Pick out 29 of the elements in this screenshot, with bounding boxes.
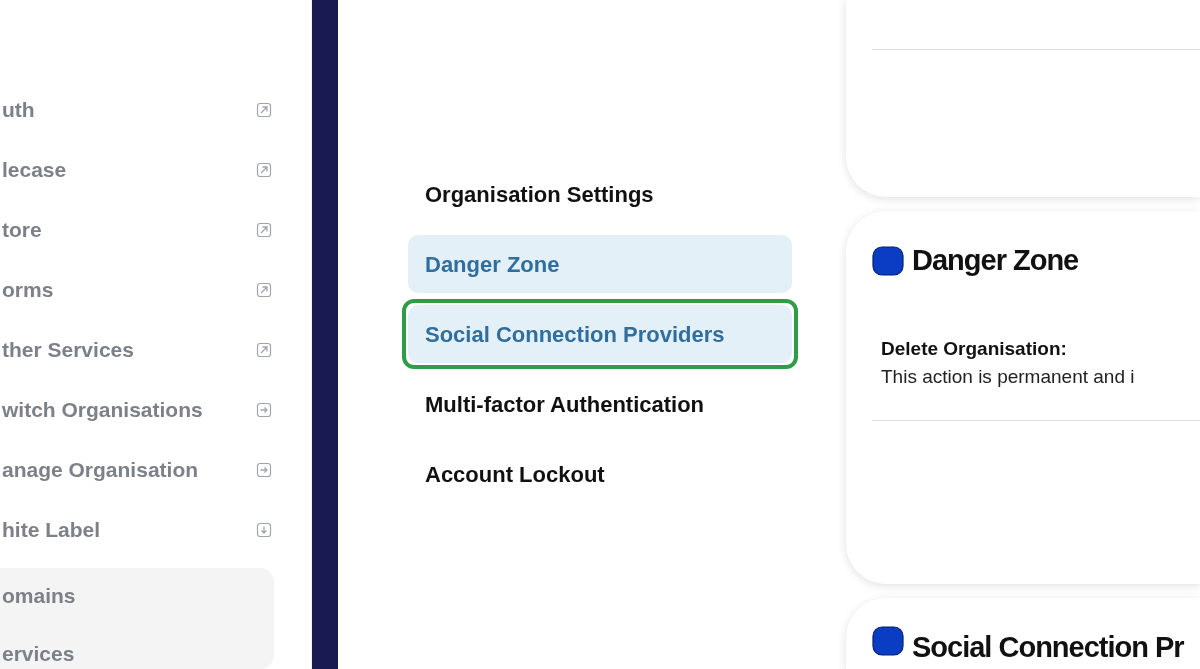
arrow-down-icon (256, 522, 272, 538)
sidebar-item[interactable]: anage Organisation (0, 440, 311, 500)
section-icon (872, 625, 904, 656)
section-icon (872, 245, 904, 276)
sidebar-item[interactable]: orms (0, 260, 311, 320)
external-link-icon (256, 342, 272, 358)
delete-title: Delete Organisation: (881, 336, 1068, 361)
sidebar-item[interactable]: ther Services (0, 320, 311, 380)
external-link-icon (256, 222, 272, 238)
settings-nav-item[interactable]: Multi-factor Authentication (408, 375, 792, 433)
external-link-icon (256, 282, 272, 298)
sidebar-item[interactable]: hite Label (0, 500, 311, 560)
card-title: Danger Zone (912, 243, 1079, 279)
settings-nav-item[interactable]: Social Connection Providers (408, 305, 792, 363)
sidebar-item[interactable]: witch Organisations (0, 380, 311, 440)
arrow-right-icon (256, 402, 272, 418)
sidebar-item[interactable]: tore (0, 200, 311, 260)
sidebar-item[interactable]: lecase (0, 140, 311, 200)
card-title: Social Connection Pr (912, 629, 1184, 665)
sidebar-item[interactable]: uth (0, 80, 311, 140)
settings-nav-item[interactable]: Organisation Settings (408, 165, 792, 223)
external-link-icon (256, 102, 272, 118)
external-link-icon (256, 162, 272, 178)
submenu-item[interactable]: ervices (0, 637, 274, 669)
settings-nav-item[interactable]: Account Lockout (408, 445, 792, 503)
submenu-item[interactable]: omains (0, 580, 274, 612)
arrow-right-icon (256, 462, 272, 478)
settings-nav-item[interactable]: Danger Zone (408, 235, 792, 293)
delete-description: This action is permanent and i (881, 365, 1136, 390)
